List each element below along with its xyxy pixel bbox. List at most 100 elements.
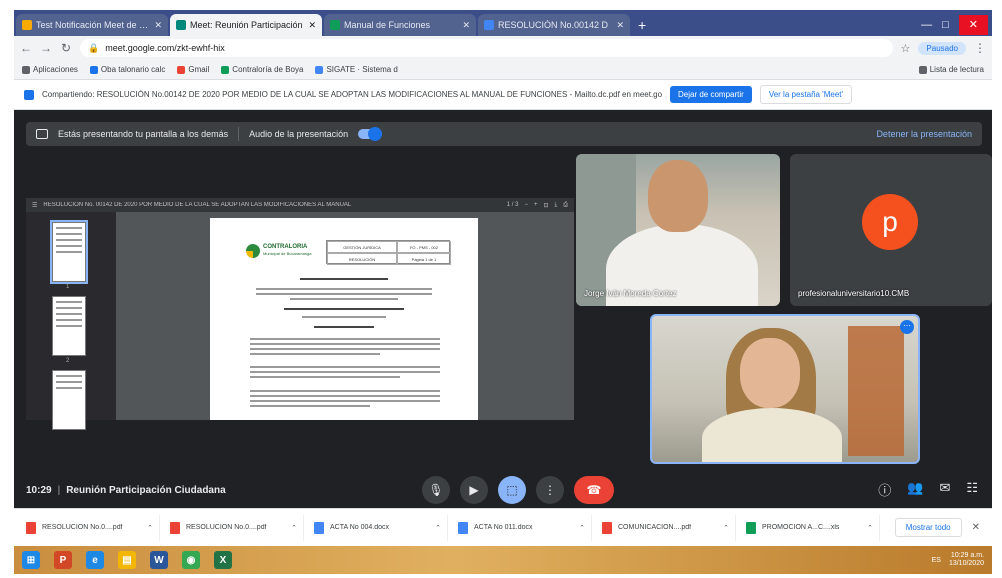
bookmark-star-icon[interactable]: ☆ [901, 42, 911, 55]
sharing-banner: Compartiendo: RESOLUCIÓN No.00142 DE 202… [14, 80, 992, 110]
chevron-up-icon[interactable]: ⌃ [291, 524, 297, 532]
minimize-button[interactable]: — [921, 19, 932, 31]
zoom-out-icon[interactable]: − [524, 202, 528, 208]
more-options-icon[interactable]: ⋯ [900, 320, 914, 334]
clock-time: 10:29 a.m. [950, 551, 984, 559]
bookmark-aplicaciones[interactable]: Aplicaciones [22, 65, 78, 74]
stop-sharing-button[interactable]: Dejar de compartir [670, 86, 752, 103]
apps-icon [22, 65, 30, 74]
omnibox[interactable]: 🔒 meet.google.com/zkt-ewhf-hix [80, 39, 893, 57]
show-all-downloads-button[interactable]: Mostrar todo [894, 518, 962, 537]
separator: | [57, 484, 61, 496]
screenshot-frame: Test Notificación Meet de serv ✕ Meet: R… [0, 0, 1002, 578]
download-item[interactable]: PROMOCIÓN A...C....xls ⌃ [740, 514, 880, 541]
tab-manual[interactable]: Manual de Funciones ✕ [324, 14, 476, 36]
logo-text: CONTRALORIA Municipal de Bucaramanga [263, 244, 312, 256]
bookmark-talonario[interactable]: Oba talonario calc [89, 65, 166, 74]
tab-resolucion[interactable]: RESOLUCIÓN No.00142 D ✕ [478, 14, 630, 36]
excel-icon[interactable]: X [214, 551, 232, 569]
maximize-button[interactable]: □ [942, 19, 949, 31]
page-thumbnail[interactable] [50, 220, 88, 284]
forward-icon[interactable]: → [40, 41, 52, 55]
text-line [250, 376, 400, 378]
tab-favicon [330, 20, 340, 30]
close-downloads-icon[interactable]: ✕ [966, 522, 986, 533]
presentation-audio-toggle[interactable] [358, 127, 383, 141]
back-icon[interactable]: ← [20, 41, 32, 55]
download-filename: RESOLUCION No.0....pdf [42, 524, 123, 531]
tab-close-icon[interactable]: ✕ [308, 20, 316, 31]
download-item[interactable]: RESOLUCIÓN No.0....pdf ⌃ [164, 514, 304, 541]
download-icon[interactable]: ⤓ [555, 202, 558, 209]
download-item[interactable]: ACTA No 011.docx ⌃ [452, 514, 592, 541]
chat-icon[interactable]: ✉ [939, 480, 950, 499]
call-controls: 🎙 ▶ ⬚ ⋮ ☎ [422, 476, 614, 504]
divider [238, 127, 240, 141]
tab-notificacion[interactable]: Test Notificación Meet de serv ✕ [16, 14, 168, 36]
file-explorer-icon[interactable]: ▤ [118, 551, 136, 569]
text-line [250, 343, 440, 345]
tab-meet[interactable]: Meet: Reunión Participación ✕ [170, 14, 322, 36]
bookmark-icon [89, 65, 98, 74]
present-button[interactable]: ⬚ [498, 476, 526, 504]
download-item[interactable]: RESOLUCION No.0....pdf ⌃ [20, 514, 160, 541]
chevron-up-icon[interactable]: ⌃ [147, 524, 153, 532]
present-screen-icon [36, 129, 48, 139]
close-window-button[interactable]: ✕ [958, 15, 988, 35]
pdf-viewport[interactable]: CONTRALORIA Municipal de Bucaramanga GEST… [116, 212, 574, 420]
chevron-up-icon[interactable]: ⌃ [579, 524, 585, 532]
info-icon[interactable]: ⓘ [878, 480, 891, 499]
page-thumbnail[interactable] [52, 370, 86, 430]
view-meet-tab-button[interactable]: Ver la pestaña 'Meet' [759, 85, 853, 104]
tab-close-icon[interactable]: ✕ [616, 20, 624, 31]
more-options-button[interactable]: ⋮ [536, 476, 564, 504]
zoom-in-icon[interactable]: + [534, 202, 538, 208]
download-filename: ACTA No 011.docx [474, 524, 533, 531]
tab-close-icon[interactable]: ✕ [154, 20, 162, 31]
fit-page-icon[interactable]: ⊡ [544, 202, 549, 209]
profile-button[interactable]: Pausado [918, 41, 966, 55]
language-indicator[interactable]: ES [932, 557, 941, 564]
reading-list[interactable]: Lista de lectura [918, 65, 984, 74]
bookmark-contraloria[interactable]: Contraloría de Boya [221, 65, 303, 74]
people-icon[interactable]: 👥 [907, 480, 923, 499]
activities-icon[interactable]: ☷ [966, 480, 978, 499]
text-line [250, 353, 380, 355]
bookmark-gmail[interactable]: Gmail [177, 65, 209, 74]
chevron-up-icon[interactable]: ⌃ [723, 524, 729, 532]
download-filename: ACTA No 004.docx [330, 524, 390, 531]
chevron-up-icon[interactable]: ⌃ [435, 524, 441, 532]
tab-close-icon[interactable]: ✕ [462, 20, 470, 31]
leave-call-button[interactable]: ☎ [574, 476, 614, 504]
participant-tile-self[interactable]: ⋯ [650, 314, 920, 464]
download-item[interactable]: COMUNICACION....pdf ⌃ [596, 514, 736, 541]
camera-button[interactable]: ▶ [460, 476, 488, 504]
text-line [256, 288, 432, 290]
stop-presenting-button[interactable]: Detener la presentación [876, 129, 972, 139]
download-item[interactable]: ACTA No 004.docx ⌃ [308, 514, 448, 541]
new-tab-button[interactable]: + [632, 14, 652, 36]
participant-tile[interactable]: p profesionaluniversitario10.CMB [790, 154, 992, 306]
pdf-title: RESOLUCIÓN No. 00142 DE 2020 POR MEDIO D… [43, 202, 352, 208]
word-icon[interactable]: W [150, 551, 168, 569]
reload-icon[interactable]: ↻ [60, 41, 72, 55]
edge-icon[interactable]: e [86, 551, 104, 569]
chrome-icon[interactable]: ◉ [182, 551, 200, 569]
start-icon[interactable]: ⊞ [22, 551, 40, 569]
participant-tile[interactable]: Jorge Iván Moreda Cortez [576, 154, 780, 306]
more-vert-icon: ⋮ [544, 483, 556, 497]
taskbar-clock[interactable]: 10:29 a.m. 13/10/2020 [949, 552, 984, 569]
system-tray: ES 10:29 a.m. 13/10/2020 [932, 552, 984, 569]
microphone-button[interactable]: 🎙 [422, 476, 450, 504]
page-thumbnail[interactable] [52, 296, 86, 356]
menu-kebab-icon[interactable]: ⋮ [974, 41, 986, 55]
print-icon[interactable]: ⎙ [563, 202, 568, 209]
bookmark-sigate[interactable]: SIGATE · Sistema d [315, 65, 398, 74]
text-line [284, 308, 404, 310]
bookmark-label: Oba talonario calc [100, 65, 166, 74]
powerpoint-icon[interactable]: P [54, 551, 72, 569]
logo-icon [246, 244, 260, 258]
menu-icon[interactable]: ☰ [32, 202, 37, 209]
chevron-up-icon[interactable]: ⌃ [867, 524, 873, 532]
text-line [250, 366, 440, 368]
